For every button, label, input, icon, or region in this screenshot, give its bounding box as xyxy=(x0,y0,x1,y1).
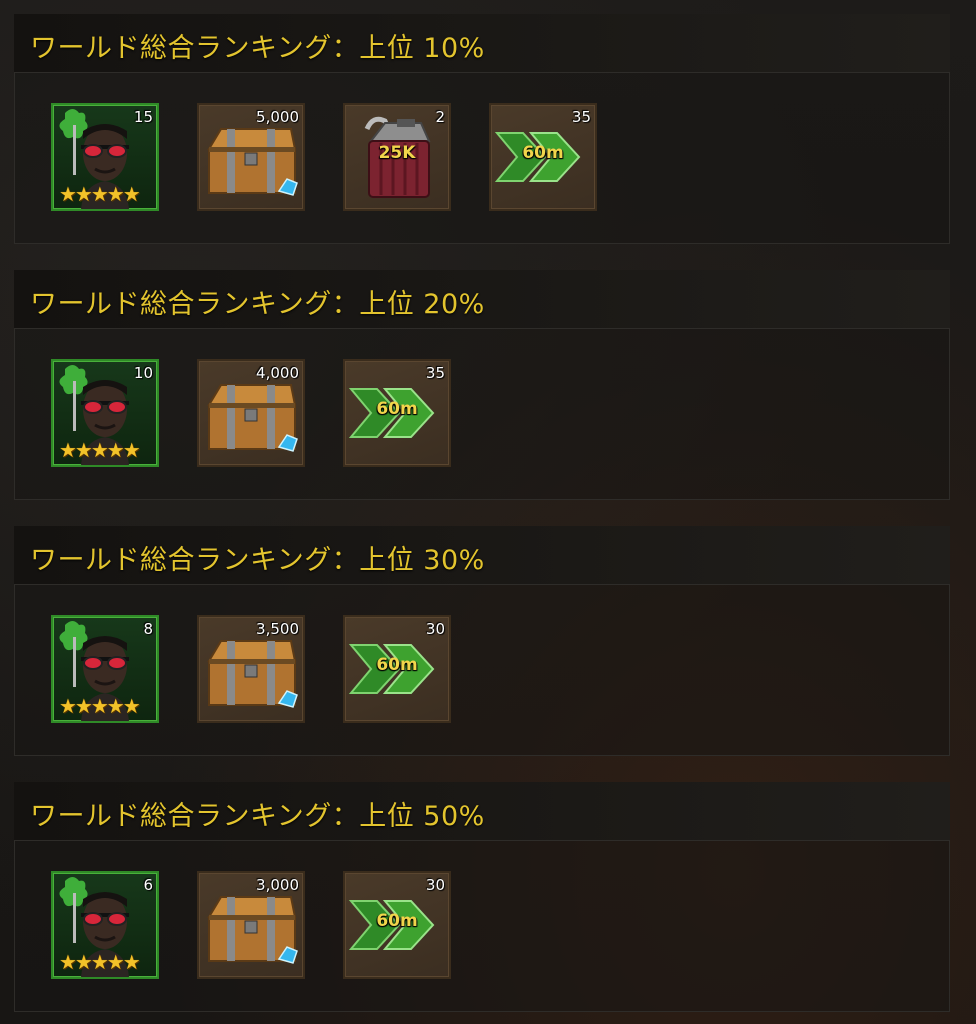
reward-count: 2 xyxy=(435,108,445,126)
star-rating-icon: ★★★★★ xyxy=(59,694,141,718)
tier-title: ワールド総合ランキング：上位 50% xyxy=(30,801,485,832)
reward-panel: 10 ★★★★★ 4,000 35 60m xyxy=(14,328,950,500)
reward-tier: ワールド総合ランキング：上位 10% 15 ★★★★★ 5,000 2 25K … xyxy=(0,6,976,246)
reward-count: 3,500 xyxy=(256,620,299,638)
reward-tier: ワールド総合ランキング：上位 50% 6 ★★★★★ 3,000 30 60m xyxy=(0,774,976,1014)
reward-hero[interactable]: 15 ★★★★★ xyxy=(51,103,159,211)
reward-panel: 6 ★★★★★ 3,000 30 60m xyxy=(14,840,950,1012)
reward-count: 6 xyxy=(143,876,153,894)
reward-count: 3,000 xyxy=(256,876,299,894)
reward-speedup[interactable]: 35 60m xyxy=(489,103,597,211)
tier-title: ワールド総合ランキング：上位 30% xyxy=(30,545,485,576)
reward-count: 4,000 xyxy=(256,364,299,382)
tier-header: ワールド総合ランキング：上位 30% xyxy=(14,526,950,585)
reward-tier: ワールド総合ランキング：上位 20% 10 ★★★★★ 4,000 35 60m xyxy=(0,262,976,502)
reward-tier: ワールド総合ランキング：上位 30% 8 ★★★★★ 3,500 30 60m xyxy=(0,518,976,758)
reward-amount-label: 60m xyxy=(376,655,418,675)
reward-panel: 8 ★★★★★ 3,500 30 60m xyxy=(14,584,950,756)
reward-speedup[interactable]: 35 60m xyxy=(343,359,451,467)
reward-chest[interactable]: 3,500 xyxy=(197,615,305,723)
reward-hero[interactable]: 10 ★★★★★ xyxy=(51,359,159,467)
reward-amount-label: 60m xyxy=(522,143,564,163)
reward-speedup[interactable]: 30 60m xyxy=(343,871,451,979)
star-rating-icon: ★★★★★ xyxy=(59,438,141,462)
reward-count: 8 xyxy=(143,620,153,638)
tier-header: ワールド総合ランキング：上位 20% xyxy=(14,270,950,329)
reward-chest[interactable]: 3,000 xyxy=(197,871,305,979)
reward-amount-label: 60m xyxy=(376,911,418,931)
reward-count: 35 xyxy=(571,108,591,126)
star-rating-icon: ★★★★★ xyxy=(59,182,141,206)
reward-amount-label: 60m xyxy=(376,399,418,419)
reward-chest[interactable]: 5,000 xyxy=(197,103,305,211)
reward-hero[interactable]: 6 ★★★★★ xyxy=(51,871,159,979)
tier-header: ワールド総合ランキング：上位 50% xyxy=(14,782,950,841)
reward-count: 30 xyxy=(425,876,445,894)
tier-title: ワールド総合ランキング：上位 20% xyxy=(30,289,485,320)
reward-count: 5,000 xyxy=(256,108,299,126)
reward-speedup[interactable]: 30 60m xyxy=(343,615,451,723)
reward-count: 15 xyxy=(133,108,153,126)
reward-count: 10 xyxy=(133,364,153,382)
reward-amount-label: 25K xyxy=(378,143,416,163)
reward-chest[interactable]: 4,000 xyxy=(197,359,305,467)
tier-header: ワールド総合ランキング：上位 10% xyxy=(14,14,950,73)
reward-count: 30 xyxy=(425,620,445,638)
star-rating-icon: ★★★★★ xyxy=(59,950,141,974)
reward-panel: 15 ★★★★★ 5,000 2 25K 35 60m xyxy=(14,72,950,244)
reward-count: 35 xyxy=(425,364,445,382)
tier-title: ワールド総合ランキング：上位 10% xyxy=(30,33,485,64)
reward-hero[interactable]: 8 ★★★★★ xyxy=(51,615,159,723)
reward-fuel[interactable]: 2 25K xyxy=(343,103,451,211)
